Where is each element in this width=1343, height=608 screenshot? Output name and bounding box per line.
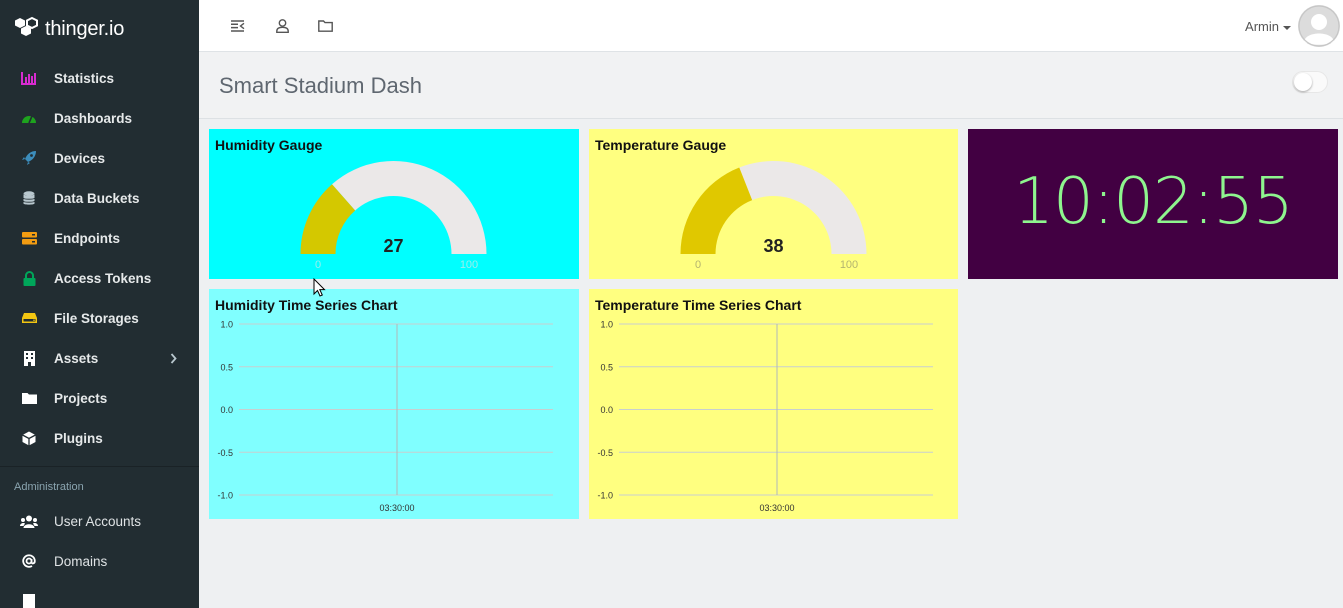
- database-icon: [20, 189, 38, 207]
- brand-name: thinger.io: [45, 17, 125, 40]
- sidebar-item-file-storages[interactable]: File Storages: [0, 298, 199, 338]
- gauge-max-label: 100: [460, 259, 478, 271]
- at-sign-icon: [20, 552, 38, 570]
- y-tick-label: -1.0: [597, 491, 613, 501]
- sidebar-item-label: Assets: [54, 350, 99, 366]
- gauge-min-label: 0: [695, 259, 701, 271]
- y-tick-label: -1.0: [217, 491, 233, 501]
- document-icon: [20, 592, 38, 608]
- menu-toggle-icon[interactable]: [228, 16, 248, 36]
- gauge-value: 27: [383, 236, 403, 256]
- humidity-gauge-widget[interactable]: 27 0 100 Humidity Gauge: [209, 129, 579, 279]
- mouse-cursor-icon: [313, 277, 327, 303]
- sidebar-item-dashboards[interactable]: Dashboards: [0, 98, 199, 138]
- user-name: Armin: [1245, 19, 1279, 34]
- y-tick-label: 1.0: [600, 320, 613, 330]
- gauge-max-label: 100: [840, 259, 858, 271]
- widget-title: Temperature Time Series Chart: [595, 297, 802, 313]
- sidebar-item-domains[interactable]: Domains: [0, 541, 199, 581]
- sidebar-item-label: User Accounts: [54, 513, 142, 529]
- sidebar-item-label: File Storages: [54, 310, 139, 326]
- x-tick-label: 03:30:00: [759, 503, 794, 513]
- sidebar-item-label: Plugins: [54, 430, 103, 446]
- sidebar: thinger.io Statistics Dashboards Devices…: [0, 0, 199, 608]
- sidebar-item-access-tokens[interactable]: Access Tokens: [0, 258, 199, 298]
- widget-title: Humidity Gauge: [215, 137, 323, 153]
- sidebar-item-label: Access Tokens: [54, 270, 152, 286]
- sidebar-item-label: Domains: [54, 553, 108, 569]
- rocket-icon: [20, 149, 38, 167]
- cube-icon: [20, 429, 38, 447]
- thinger-logo-icon: [13, 16, 39, 43]
- y-tick-label: -0.5: [597, 448, 613, 458]
- brand[interactable]: thinger.io: [0, 0, 199, 58]
- sidebar-item-statistics[interactable]: Statistics: [0, 58, 199, 98]
- avatar-silhouette-icon: [1298, 5, 1340, 47]
- sidebar-item-user-accounts[interactable]: User Accounts: [0, 501, 199, 541]
- sidebar-item-label: Statistics: [54, 70, 115, 86]
- y-tick-label: 0.5: [220, 362, 233, 372]
- humidity-time-series-chart: 1.0 0.5 0.0 -0.5 -1.0 03:30:00: [217, 320, 553, 513]
- sidebar-item-label: Endpoints: [54, 230, 120, 246]
- humidity-chart-widget[interactable]: 1.0 0.5 0.0 -0.5 -1.0 03:30:00 Humidity Time …: [209, 289, 579, 519]
- x-tick-label: 03:30:00: [379, 503, 414, 513]
- y-tick-label: 0.0: [600, 405, 613, 415]
- gauge-fill: [680, 167, 753, 254]
- server-icon: [20, 229, 38, 247]
- widget-title: Humidity Time Series Chart: [215, 297, 398, 313]
- building-icon: [20, 349, 38, 367]
- toggle-knob: [1294, 73, 1312, 91]
- y-tick-label: -0.5: [217, 448, 233, 458]
- widget-title: Temperature Gauge: [595, 137, 727, 153]
- y-tick-label: 0.0: [220, 405, 233, 415]
- y-tick-label: 0.5: [600, 362, 613, 372]
- avatar[interactable]: [1298, 5, 1340, 47]
- temperature-chart-widget[interactable]: 1.0 0.5 0.0 -0.5 -1.0 03:30:00 Temperature Ti…: [589, 289, 958, 519]
- users-icon: [20, 512, 38, 530]
- section-header-administration: Administration: [14, 481, 84, 493]
- sidebar-item-plugins[interactable]: Plugins: [0, 418, 199, 458]
- y-tick-label: 1.0: [220, 320, 233, 330]
- user-icon[interactable]: [272, 16, 292, 36]
- speedometer-icon: [20, 109, 38, 127]
- sidebar-item-endpoints[interactable]: Endpoints: [0, 218, 199, 258]
- gauge-track: [331, 161, 487, 254]
- chevron-right-icon: [170, 351, 177, 369]
- bar-chart-icon: [20, 69, 38, 87]
- gauge-track: [739, 161, 867, 254]
- sidebar-item-label: Data Buckets: [54, 190, 140, 206]
- edit-mode-toggle[interactable]: [1292, 71, 1328, 93]
- sidebar-item-label: Devices: [54, 150, 106, 166]
- lock-icon: [20, 269, 38, 287]
- temperature-time-series-chart: 1.0 0.5 0.0 -0.5 -1.0 03:30:00: [597, 320, 933, 513]
- folder-icon: [20, 389, 38, 407]
- gauge-value: 38: [763, 236, 783, 256]
- caret-down-icon: [1283, 25, 1291, 30]
- sidebar-item-partial[interactable]: [0, 581, 199, 608]
- page-title: Smart Stadium Dash: [219, 73, 422, 98]
- sidebar-item-assets[interactable]: Assets: [0, 338, 199, 378]
- sidebar-item-devices[interactable]: Devices: [0, 138, 199, 178]
- folder-icon[interactable]: [315, 16, 335, 36]
- hdd-icon: [20, 309, 38, 327]
- clock-time: 10:02:55: [1013, 165, 1293, 239]
- top-navbar: Armin: [199, 0, 1343, 52]
- gauge-min-label: 0: [315, 259, 321, 271]
- sidebar-item-label: Dashboards: [54, 110, 133, 126]
- dashboard-header: Smart Stadium Dash: [199, 52, 1343, 119]
- sidebar-item-projects[interactable]: Projects: [0, 378, 199, 418]
- sidebar-item-data-buckets[interactable]: Data Buckets: [0, 178, 199, 218]
- temperature-gauge-widget[interactable]: 38 0 100 Temperature Gauge: [589, 129, 958, 279]
- sidebar-item-label: Projects: [54, 390, 108, 406]
- clock-widget[interactable]: 10:02:55: [968, 129, 1338, 279]
- user-menu[interactable]: Armin: [1245, 19, 1291, 34]
